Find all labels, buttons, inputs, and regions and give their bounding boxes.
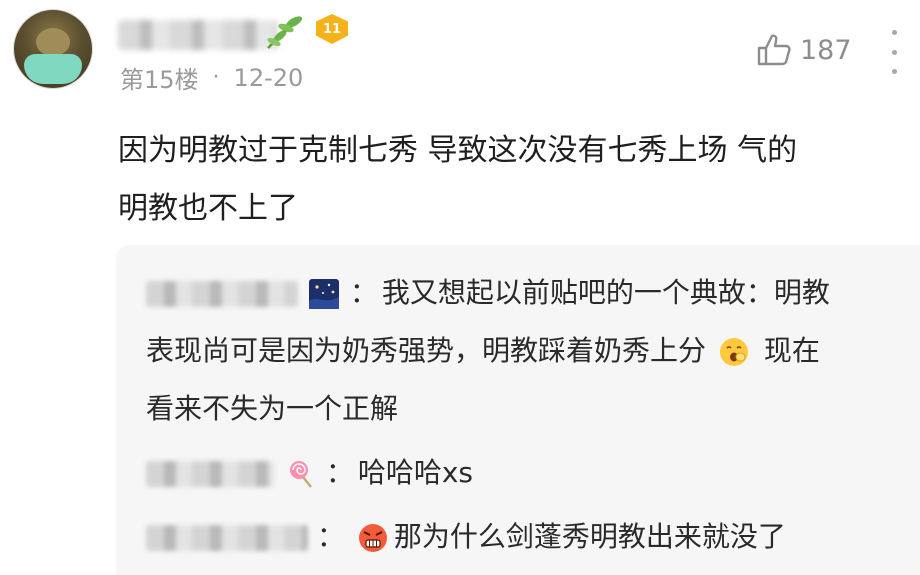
reply-colon: ： bbox=[349, 276, 378, 309]
reply-text-line-1: 我又想起以前贴吧的一个典故：明教 bbox=[381, 276, 830, 309]
reply-text-line-2-end: 现在 bbox=[763, 334, 820, 367]
post-date: 12-20 bbox=[233, 63, 304, 92]
reply-username-blurred[interactable] bbox=[146, 281, 298, 307]
post-content: 因为明教过于克制七秀 导致这次没有七秀上场 气的 明教也不上了 bbox=[118, 122, 908, 238]
avatar[interactable] bbox=[14, 10, 92, 88]
reply-colon: ： bbox=[325, 456, 354, 489]
reply-username-blurred[interactable] bbox=[146, 525, 308, 551]
reply-item-continued: 表现尚可是因为奶秀强势，明教踩着奶秀上分 现在 bbox=[146, 322, 820, 380]
reply-item-continued: 看来不失为一个正解 bbox=[146, 380, 398, 438]
avatar-mask bbox=[24, 54, 82, 84]
thumb-up-icon bbox=[757, 34, 791, 66]
avatar-face bbox=[36, 28, 70, 56]
reply-item[interactable]: ：我又想起以前贴吧的一个典故：明教 bbox=[146, 264, 830, 322]
reply-text-line-2: 表现尚可是因为奶秀强势，明教踩着奶秀上分 bbox=[146, 334, 707, 367]
reply-colon: ： bbox=[316, 520, 345, 553]
lollipop-icon bbox=[289, 461, 312, 488]
reply-username-blurred[interactable] bbox=[146, 461, 274, 487]
floor-number: 第15楼 bbox=[120, 66, 199, 94]
post-meta: 第15楼 · 12-20 bbox=[120, 60, 303, 95]
reply-text-line-3: 看来不失为一个正解 bbox=[146, 392, 399, 425]
reply-item[interactable]: ： 那为什么剑蓬秀明教出来就没了 bbox=[146, 508, 786, 566]
like-count: 187 bbox=[800, 34, 852, 66]
starry-night-icon bbox=[308, 279, 339, 309]
reply-item[interactable]: ：哈哈哈xs bbox=[146, 444, 473, 502]
level-badge-icon: 11 bbox=[316, 14, 348, 44]
like-button[interactable]: 187 bbox=[754, 30, 852, 70]
more-icon[interactable] bbox=[886, 30, 902, 74]
username-blurred[interactable] bbox=[118, 20, 278, 50]
leaf-icon bbox=[267, 16, 303, 49]
content-line-1: 因为明教过于克制七秀 导致这次没有七秀上场 气的 bbox=[118, 133, 798, 168]
content-line-2: 明教也不上了 bbox=[118, 191, 298, 226]
angry-emoji-icon bbox=[358, 524, 387, 552]
reply-text: 哈哈哈xs bbox=[357, 456, 473, 489]
reply-text: 那为什么剑蓬秀明教出来就没了 bbox=[393, 520, 786, 553]
yawn-emoji-icon bbox=[719, 338, 748, 366]
meta-separator: · bbox=[212, 65, 220, 90]
